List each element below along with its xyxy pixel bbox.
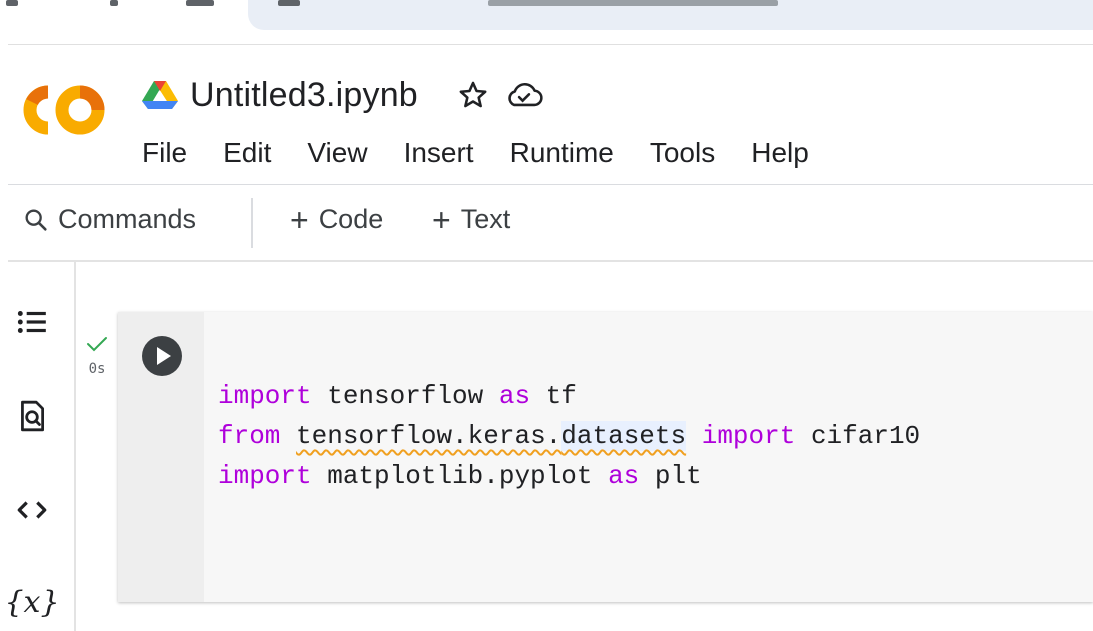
table-of-contents-icon[interactable] bbox=[10, 300, 54, 344]
code-keyword: import bbox=[218, 461, 312, 491]
code-line: import matplotlib.pyplot as plt bbox=[218, 456, 920, 496]
toolbar: Commands + Code + Text bbox=[0, 194, 1093, 250]
plus-icon: + bbox=[432, 201, 451, 238]
code-keyword: import bbox=[218, 381, 312, 411]
browser-fragment bbox=[278, 0, 300, 6]
add-text-button[interactable]: + Text bbox=[432, 201, 511, 238]
code-keyword: from bbox=[218, 421, 281, 451]
add-code-label: Code bbox=[318, 204, 384, 234]
browser-fragment bbox=[6, 0, 18, 6]
browser-fragment bbox=[186, 0, 214, 6]
check-icon bbox=[87, 337, 107, 352]
plus-icon: + bbox=[290, 201, 309, 238]
commands-button[interactable]: Commands bbox=[22, 204, 196, 235]
menu-insert[interactable]: Insert bbox=[404, 132, 474, 174]
cloud-saved-icon[interactable] bbox=[504, 78, 544, 112]
menu-view[interactable]: View bbox=[307, 132, 367, 174]
variables-icon[interactable]: {x} bbox=[4, 580, 59, 624]
code-keyword: as bbox=[608, 461, 640, 491]
code-editor[interactable]: import tensorflow as tf from tensorflow.k… bbox=[218, 376, 920, 496]
left-sidebar: {x} bbox=[0, 262, 76, 631]
code-snippets-icon[interactable] bbox=[10, 488, 54, 532]
browser-fragment bbox=[110, 0, 118, 6]
code-cell[interactable]: import tensorflow as tf from tensorflow.k… bbox=[118, 312, 1093, 602]
menu-runtime[interactable]: Runtime bbox=[510, 132, 614, 174]
code-token: tensorflow.keras. bbox=[296, 421, 562, 451]
menu-bar: File Edit View Insert Runtime Tools Help bbox=[142, 132, 845, 174]
divider bbox=[8, 184, 1093, 185]
execution-status: 0s bbox=[84, 334, 110, 377]
code-token: matplotlib.pyplot bbox=[311, 461, 609, 491]
divider bbox=[8, 260, 1093, 262]
browser-address-bar[interactable] bbox=[248, 0, 1093, 30]
menu-help[interactable]: Help bbox=[751, 132, 809, 174]
google-drive-icon[interactable] bbox=[142, 79, 178, 111]
code-line: import tensorflow as tf bbox=[218, 376, 920, 416]
code-token: tensorflow bbox=[311, 381, 499, 411]
play-icon bbox=[157, 347, 171, 365]
menu-file[interactable]: File bbox=[142, 132, 187, 174]
execution-time: 0s bbox=[88, 361, 106, 377]
run-cell-button[interactable] bbox=[142, 336, 182, 376]
cell-gutter bbox=[118, 312, 204, 602]
menu-edit[interactable]: Edit bbox=[223, 132, 271, 174]
commands-label: Commands bbox=[58, 204, 197, 234]
url-text bbox=[488, 0, 778, 6]
toolbar-separator bbox=[251, 198, 253, 248]
colab-logo[interactable] bbox=[18, 84, 108, 136]
star-icon[interactable] bbox=[456, 78, 490, 112]
search-icon bbox=[25, 209, 47, 231]
menu-tools[interactable]: Tools bbox=[650, 132, 715, 174]
browser-tab-strip bbox=[0, 0, 1093, 34]
add-text-label: Text bbox=[460, 204, 511, 234]
code-keyword: import bbox=[701, 421, 796, 451]
code-token: plt bbox=[639, 461, 702, 491]
add-code-button[interactable]: + Code bbox=[290, 201, 384, 238]
notebook-title[interactable]: Untitled3.ipynb bbox=[190, 76, 418, 115]
code-keyword: as bbox=[498, 381, 531, 411]
divider bbox=[8, 44, 1093, 45]
code-token: cifar10 bbox=[795, 421, 921, 451]
code-line: from tensorflow.keras.datasets import ci… bbox=[218, 416, 920, 456]
find-replace-icon[interactable] bbox=[10, 394, 54, 438]
code-token: tf bbox=[530, 381, 577, 411]
code-token: datasets bbox=[561, 421, 687, 451]
notebook-title-row: Untitled3.ipynb bbox=[142, 72, 544, 118]
